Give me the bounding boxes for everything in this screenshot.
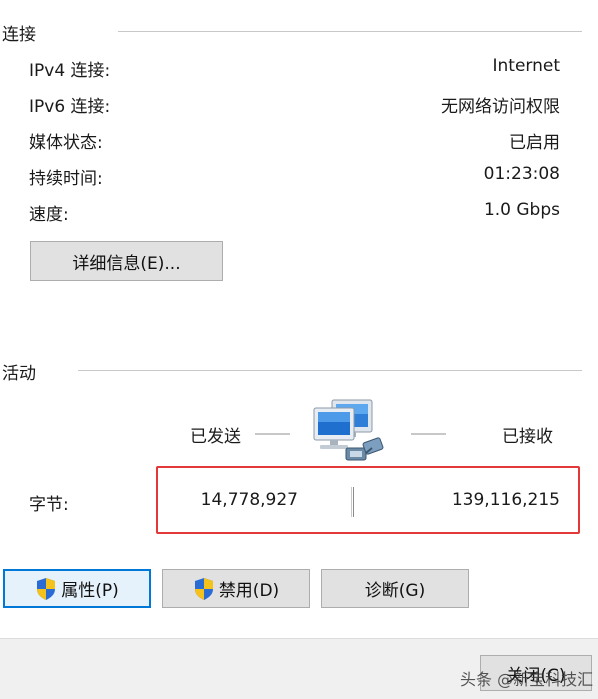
bytes-label: 字节: — [29, 495, 69, 515]
ipv4-label: IPv4 连接: — [29, 61, 111, 81]
connection-group-divider — [118, 31, 582, 32]
activity-group-title: 活动 — [2, 364, 36, 384]
media-state-label: 媒体状态: — [29, 133, 103, 153]
speed-value: 1.0 Gbps — [483, 200, 560, 220]
bytes-separator — [351, 487, 354, 517]
ipv4-value: Internet — [492, 56, 560, 76]
sent-line — [255, 433, 290, 435]
connection-group-title: 连接 — [2, 25, 36, 45]
details-button[interactable]: 详细信息(E)... — [30, 241, 223, 281]
uac-shield-icon — [35, 577, 57, 601]
received-label: 已接收 — [502, 427, 553, 447]
ipv6-value: 无网络访问权限 — [441, 97, 560, 117]
uac-shield-icon — [193, 577, 215, 601]
bytes-sent-value: 14,778,927 — [200, 490, 298, 510]
media-state-value: 已启用 — [509, 133, 560, 153]
sent-label: 已发送 — [190, 427, 241, 447]
activity-group-divider — [78, 370, 582, 371]
duration-value: 01:23:08 — [483, 164, 560, 184]
disable-button[interactable]: 禁用(D) — [162, 569, 310, 608]
network-computers-icon — [306, 396, 386, 466]
diagnose-button-label: 诊断(G) — [364, 581, 426, 601]
watermark-text: 头条 @新宝科技汇 — [460, 670, 594, 689]
details-button-label: 详细信息(E)... — [72, 253, 181, 274]
properties-button-label: 属性(P) — [61, 581, 119, 601]
properties-button[interactable]: 属性(P) — [3, 569, 151, 608]
bytes-received-value: 139,116,215 — [451, 490, 560, 510]
ipv6-label: IPv6 连接: — [29, 97, 111, 117]
duration-label: 持续时间: — [29, 169, 103, 189]
diagnose-button[interactable]: 诊断(G) — [321, 569, 469, 608]
disable-button-label: 禁用(D) — [218, 581, 280, 601]
received-line — [411, 433, 446, 435]
speed-label: 速度: — [29, 205, 69, 225]
